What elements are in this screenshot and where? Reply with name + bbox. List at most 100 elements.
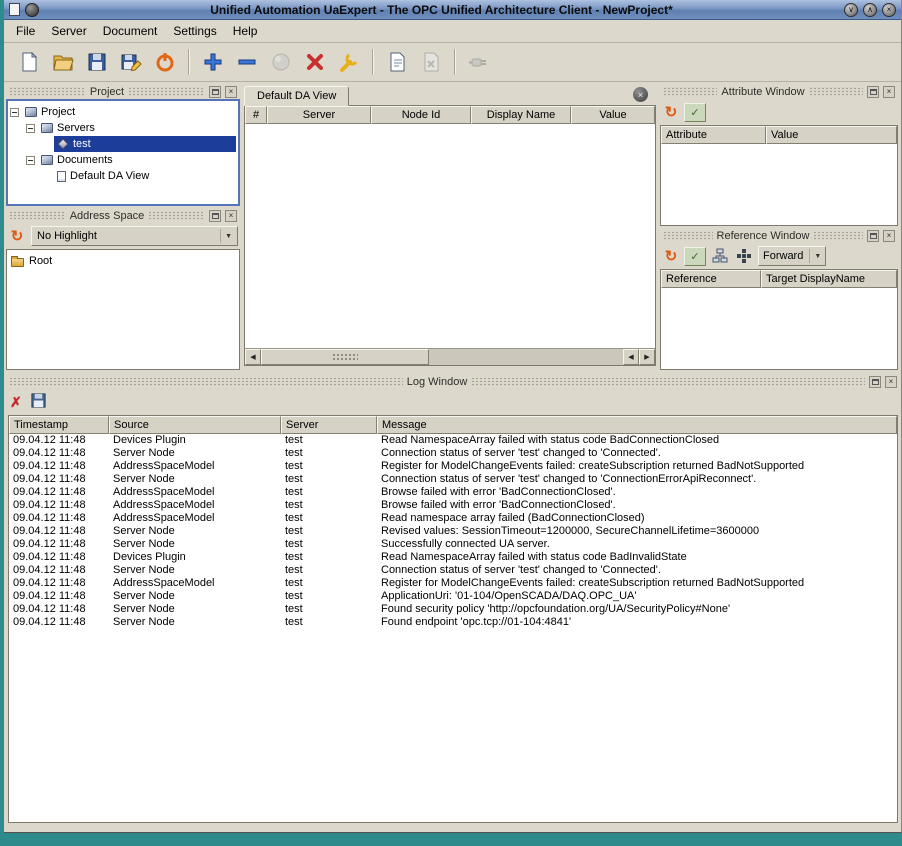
log-entry[interactable]: 09.04.12 11:48 Server Node test Connecti… [9,564,897,577]
close-view-button[interactable] [633,87,648,102]
direction-combo[interactable]: Forward [758,246,826,266]
shade-button[interactable] [844,3,858,17]
tree-item[interactable]: test [10,136,236,152]
log-entry[interactable]: 09.04.12 11:48 Server Node test Connecti… [9,447,897,460]
tree-item[interactable]: Project [10,104,236,120]
save-project-button[interactable] [80,46,114,78]
tree-expander-icon[interactable] [26,124,35,133]
tree-expander-icon[interactable] [10,108,19,117]
address-space-item[interactable]: Root [11,253,235,269]
log-entry[interactable]: 09.04.12 11:48 Server Node test Found se… [9,603,897,616]
column-header[interactable]: Reference [661,270,761,288]
log-entry[interactable]: 09.04.12 11:48 AddressSpaceModel test Re… [9,512,897,525]
log-entry[interactable]: 09.04.12 11:48 AddressSpaceModel test Br… [9,499,897,512]
scroll-left-button[interactable] [245,349,261,365]
float-dock-button[interactable] [209,210,221,222]
open-project-button[interactable] [46,46,80,78]
add-document-button[interactable] [380,46,414,78]
scrollbar-thumb[interactable] [261,349,429,365]
scroll-right-button[interactable] [639,349,655,365]
log-entry[interactable]: 09.04.12 11:48 AddressSpaceModel test Re… [9,577,897,590]
hierarchy-view-button[interactable] [710,247,730,266]
quit-button[interactable] [148,46,182,78]
float-dock-button[interactable] [209,86,221,98]
menu-item[interactable]: File [8,21,43,41]
unshade-button[interactable] [863,3,877,17]
log-entry[interactable]: 09.04.12 11:48 Server Node test Found en… [9,616,897,629]
column-header[interactable]: Timestamp [9,416,109,434]
tree-item[interactable]: Servers [10,120,236,136]
log-entry[interactable]: 09.04.12 11:48 Server Node test Connecti… [9,473,897,486]
dock-grip [9,377,403,386]
tab-default-da-view[interactable]: Default DA View [244,86,349,106]
scrollbar-track[interactable] [429,349,623,365]
log-entry[interactable]: 09.04.12 11:48 Devices Plugin test Read … [9,551,897,564]
log-entry[interactable]: 09.04.12 11:48 Server Node test Applicat… [9,590,897,603]
log-timestamp: 09.04.12 11:48 [9,577,109,590]
remove-server-button[interactable] [230,46,264,78]
add-server-button[interactable] [196,46,230,78]
server-settings-button[interactable] [332,46,366,78]
column-header[interactable]: Node Id [371,106,471,124]
menu-item[interactable]: Server [43,21,94,41]
new-document-button[interactable] [12,46,46,78]
reference-dock-titlebar[interactable]: Reference Window [660,228,898,243]
title-bar[interactable]: Unified Automation UaExpert - The OPC Un… [4,0,901,20]
close-window-button[interactable] [882,3,896,17]
refresh-icon[interactable] [662,249,680,264]
attribute-dock-titlebar[interactable]: Attribute Window [660,84,898,99]
window-menu-button[interactable] [25,3,39,17]
close-dock-button[interactable] [883,230,895,242]
log-server: test [281,525,377,538]
close-dock-button[interactable] [225,210,237,222]
column-header[interactable]: Value [571,106,655,124]
toolbar-separator [372,49,374,75]
log-message: Register for ModelChangeEvents failed: c… [377,460,897,473]
menu-item[interactable]: Document [95,21,166,41]
column-header[interactable]: Source [109,416,281,434]
connect-server-button[interactable] [264,46,298,78]
log-entry[interactable]: 09.04.12 11:48 AddressSpaceModel test Re… [9,460,897,473]
auto-update-toggle[interactable] [684,103,706,122]
address-space-dock-titlebar[interactable]: Address Space [6,208,240,223]
menu-item[interactable]: Settings [165,21,224,41]
float-dock-button[interactable] [867,230,879,242]
refresh-icon[interactable] [662,105,680,120]
tree-item[interactable]: Documents [10,152,236,168]
column-header[interactable]: Display Name [471,106,571,124]
log-dock-titlebar[interactable]: Log Window [6,374,900,389]
float-dock-button[interactable] [867,86,879,98]
horizontal-scrollbar[interactable] [245,348,655,365]
float-dock-button[interactable] [869,376,881,388]
auto-update-toggle[interactable] [684,247,706,266]
tree-expander-icon[interactable] [26,156,35,165]
log-entry[interactable]: 09.04.12 11:48 Server Node test Successf… [9,538,897,551]
column-header[interactable]: Message [377,416,897,434]
connect-plug-button[interactable] [462,46,496,78]
refresh-icon[interactable] [8,229,26,244]
close-dock-button[interactable] [225,86,237,98]
highlight-combo[interactable]: No Highlight [31,226,238,246]
save-project-as-button[interactable] [114,46,148,78]
tree-item[interactable]: Default DA View [10,168,236,184]
project-dock-titlebar[interactable]: Project [6,84,240,99]
clear-log-button[interactable] [10,395,22,409]
column-header[interactable]: # [245,106,267,124]
remove-document-button[interactable] [414,46,448,78]
log-entry[interactable]: 09.04.12 11:48 AddressSpaceModel test Br… [9,486,897,499]
node-view-button[interactable] [734,247,754,266]
column-header[interactable]: Value [766,126,897,144]
log-entry[interactable]: 09.04.12 11:48 Devices Plugin test Read … [9,434,897,447]
delete-button[interactable] [298,46,332,78]
app-icon[interactable] [9,3,20,16]
column-header[interactable]: Server [281,416,377,434]
close-dock-button[interactable] [885,376,897,388]
log-entry[interactable]: 09.04.12 11:48 Server Node test Revised … [9,525,897,538]
column-header[interactable]: Target DisplayName [761,270,897,288]
column-header[interactable]: Server [267,106,371,124]
menu-item[interactable]: Help [225,21,266,41]
save-log-button[interactable] [30,392,47,412]
scroll-left-button-2[interactable] [623,349,639,365]
column-header[interactable]: Attribute [661,126,766,144]
close-dock-button[interactable] [883,86,895,98]
